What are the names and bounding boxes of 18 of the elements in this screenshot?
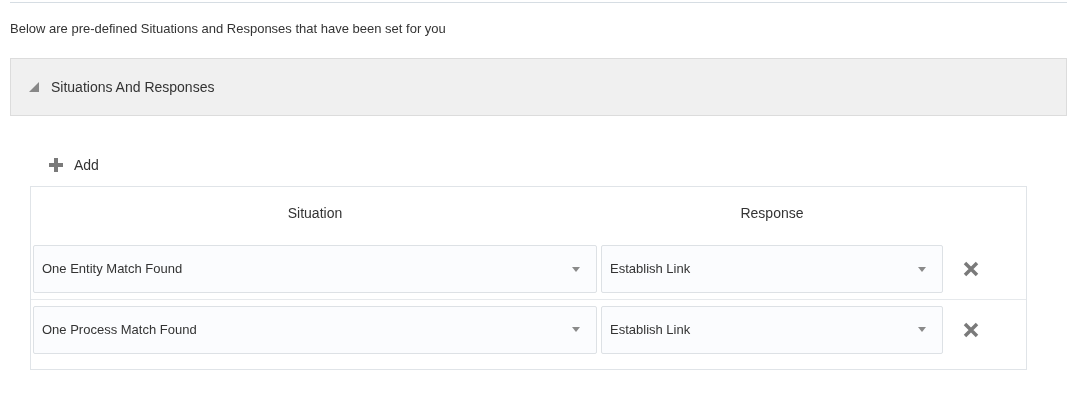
intro-text: Below are pre-defined Situations and Responses that have been set for you — [10, 20, 447, 38]
dropdown-field[interactable]: One Entity Match Found — [33, 245, 597, 293]
delete-icon[interactable] — [963, 261, 979, 277]
column-header: Situation — [287, 203, 343, 223]
column-header: Response — [740, 203, 804, 223]
dropdown-field[interactable]: Establish Link — [601, 245, 943, 293]
dropdown-arrow-icon[interactable] — [572, 266, 580, 272]
section-title: Situations And Responses — [51, 77, 215, 97]
dropdown-field[interactable]: Establish Link — [601, 305, 943, 354]
dropdown-field[interactable]: One Process Match Found — [33, 305, 597, 354]
dropdown-arrow-icon[interactable] — [572, 327, 580, 332]
delete-icon[interactable] — [963, 321, 979, 338]
dropdown-arrow-icon[interactable] — [918, 327, 926, 332]
collapse-triangle-icon[interactable] — [29, 82, 39, 92]
add-button[interactable]: Add — [48, 154, 99, 176]
dropdown-arrow-icon[interactable] — [918, 266, 926, 272]
plus-icon — [48, 157, 64, 173]
section-header[interactable]: Situations And Responses — [10, 58, 1067, 116]
